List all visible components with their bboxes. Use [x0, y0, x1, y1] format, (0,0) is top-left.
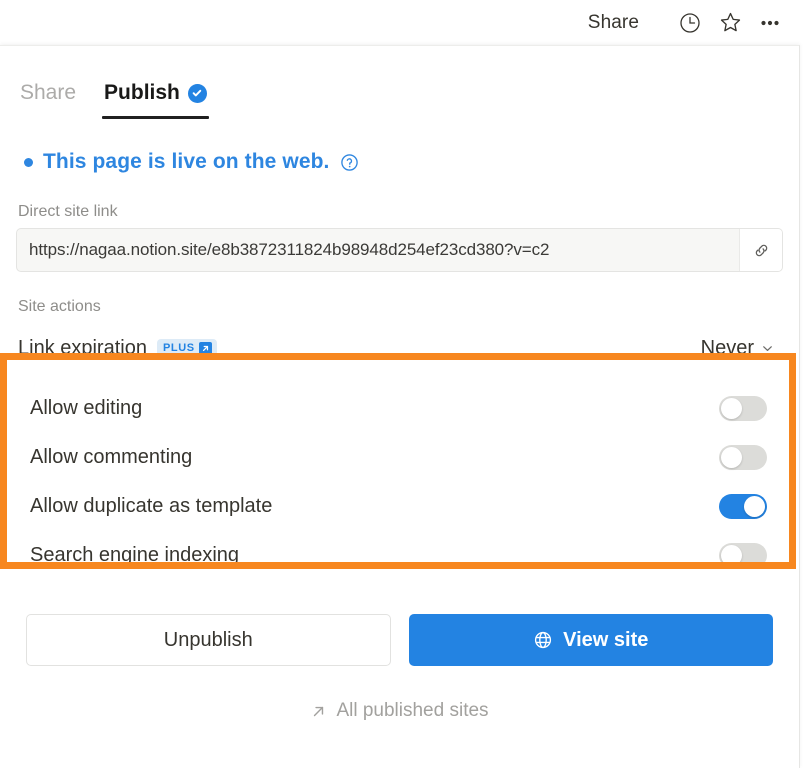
all-published-sites-label: All published sites: [336, 700, 488, 722]
clock-history-icon[interactable]: [675, 8, 705, 38]
app-header: Share: [0, 0, 803, 45]
tab-share-label: Share: [20, 81, 76, 105]
site-actions-toggles: Allow editing Allow commenting Allow dup…: [12, 376, 787, 592]
link-expiration-row[interactable]: Link expiration PLUS Never: [12, 326, 787, 370]
tab-publish[interactable]: Publish: [96, 81, 215, 119]
chevron-down-icon: [760, 341, 775, 356]
toggle-allow-editing[interactable]: [719, 396, 767, 421]
toggle-row-allow-duplicate-as-template[interactable]: Allow duplicate as template: [22, 482, 777, 531]
publish-panel: Share Publish This page is live on the w…: [0, 45, 800, 768]
view-site-label: View site: [563, 629, 648, 652]
plus-upgrade-badge[interactable]: PLUS: [157, 339, 217, 357]
toggle-allow-commenting[interactable]: [719, 445, 767, 470]
link-expiration-value: Never: [701, 337, 754, 360]
star-favorite-icon[interactable]: [715, 8, 745, 38]
live-status-dot: [24, 158, 33, 167]
live-status-text: This page is live on the web.: [43, 150, 329, 174]
notion-publish-screen: Share Share P: [0, 0, 803, 768]
toggle-row-allow-commenting[interactable]: Allow commenting: [22, 433, 777, 482]
arrow-up-right-icon: [310, 703, 327, 720]
toggle-row-search-engine-indexing[interactable]: Search engine indexing: [22, 531, 777, 580]
link-expiration-value-dropdown[interactable]: Never: [701, 337, 781, 360]
upgrade-arrow-icon: [199, 342, 212, 355]
plus-badge-label: PLUS: [163, 343, 195, 354]
link-expiration-left: Link expiration PLUS: [18, 337, 217, 360]
toggle-search-engine-indexing[interactable]: [719, 543, 767, 568]
toggle-label-allow-commenting: Allow commenting: [30, 446, 192, 469]
toggle-label-allow-duplicate-as-template: Allow duplicate as template: [30, 495, 272, 518]
link-expiration-label: Link expiration: [18, 337, 147, 360]
all-published-sites-link[interactable]: All published sites: [12, 666, 787, 722]
toggle-knob: [721, 447, 742, 468]
toggle-knob: [744, 496, 765, 517]
panel-footer: Unpublish View site: [12, 592, 787, 666]
unpublish-button[interactable]: Unpublish: [26, 614, 391, 666]
direct-site-link-label: Direct site link: [12, 181, 787, 228]
live-status-row: This page is live on the web.: [12, 119, 787, 181]
direct-site-link-field[interactable]: https://nagaa.notion.site/e8b3872311824b…: [16, 228, 783, 272]
header-share-button[interactable]: Share: [588, 12, 639, 34]
panel-body: This page is live on the web. Direct sit…: [0, 119, 799, 722]
view-site-button[interactable]: View site: [409, 614, 774, 666]
help-circle-icon[interactable]: [339, 152, 359, 172]
globe-icon: [533, 630, 553, 650]
toggle-allow-duplicate-as-template[interactable]: [719, 494, 767, 519]
toggle-row-allow-editing[interactable]: Allow editing: [22, 384, 777, 433]
tab-publish-label: Publish: [104, 81, 180, 105]
direct-site-link-value[interactable]: https://nagaa.notion.site/e8b3872311824b…: [17, 229, 739, 271]
toggle-label-allow-editing: Allow editing: [30, 397, 142, 420]
panel-tabs: Share Publish: [0, 46, 799, 119]
published-check-icon: [188, 84, 207, 103]
link-chain-icon[interactable]: [739, 229, 782, 271]
tab-share[interactable]: Share: [12, 81, 84, 119]
site-actions-label: Site actions: [12, 272, 787, 316]
more-options-icon[interactable]: [755, 8, 785, 38]
toggle-knob: [721, 545, 742, 566]
toggle-label-search-engine-indexing: Search engine indexing: [30, 544, 239, 567]
toggle-knob: [721, 398, 742, 419]
